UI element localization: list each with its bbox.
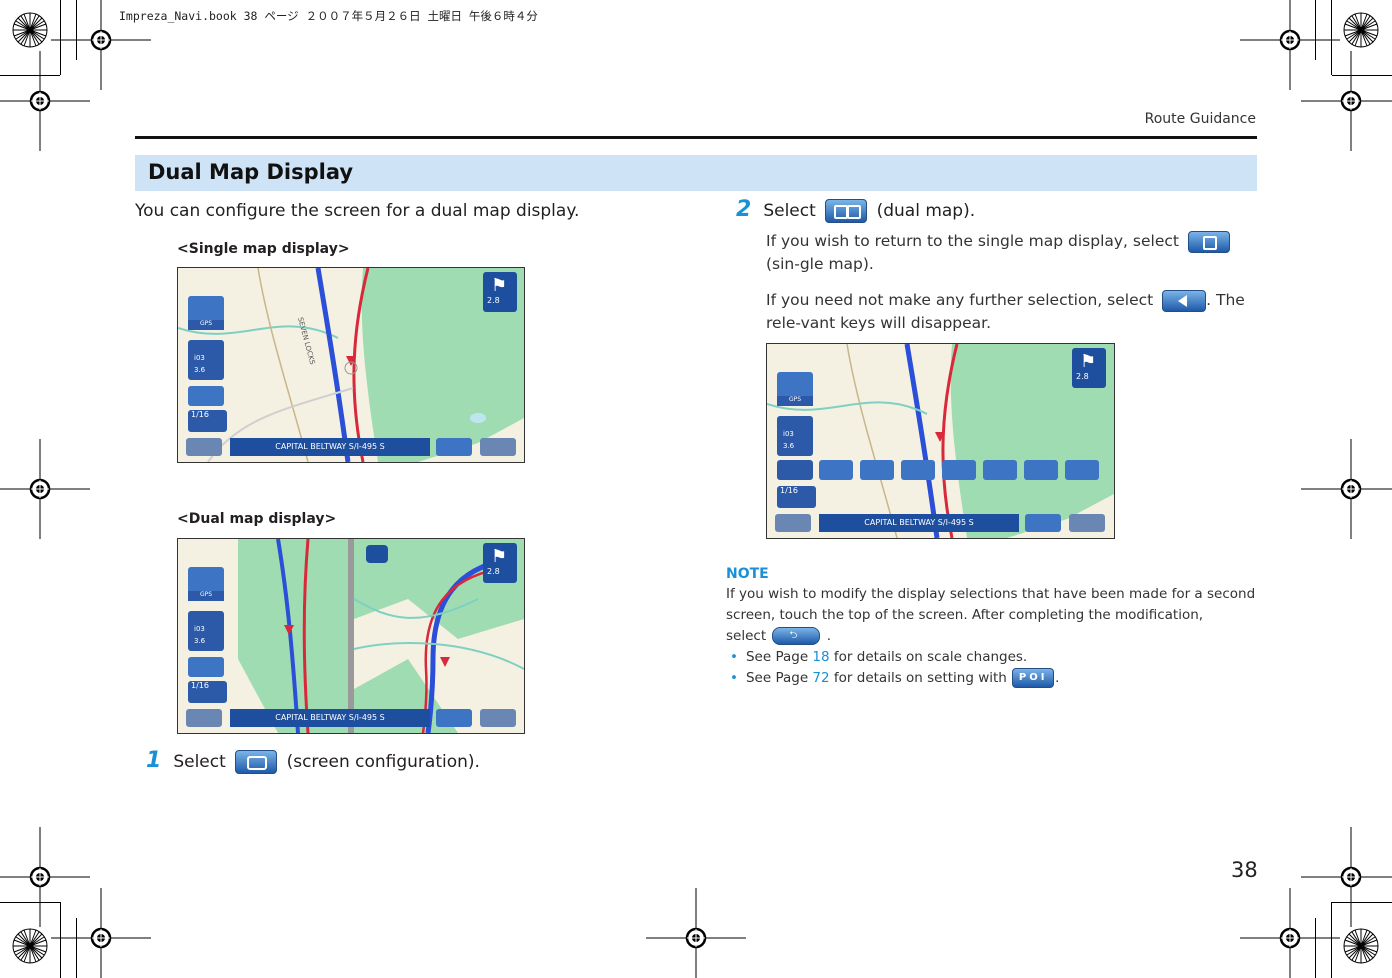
para-2-before: If you need not make any further selecti…	[766, 291, 1154, 309]
bullet-2-pre: See Page	[745, 670, 809, 686]
step-2-para-1: If you wish to return to the single map …	[766, 230, 1256, 276]
step-2: 2 Select (dual map).	[736, 197, 975, 223]
registration-marks	[0, 0, 1392, 978]
note-text: If you wish to modify the display select…	[726, 586, 1256, 623]
single-map-icon[interactable]	[1187, 230, 1230, 253]
route-number: i03	[194, 625, 205, 633]
back-arrow-icon[interactable]	[1162, 289, 1207, 312]
bullet-2-post: for details on setting with	[833, 670, 1007, 686]
zoom-in-button[interactable]	[186, 438, 222, 456]
distance-mid: 3.6	[194, 637, 206, 645]
gps-label: GPS	[188, 591, 224, 601]
note-select-word: select	[726, 628, 767, 644]
step-2-before: Select	[763, 201, 816, 221]
voice-button[interactable]	[1025, 514, 1061, 532]
step-1-after: (screen configuration).	[286, 752, 480, 772]
road-banner: CAPITAL BELTWAY S/I-495 S	[230, 438, 430, 456]
screen-config-button[interactable]	[188, 386, 224, 406]
step-2-number: 2	[736, 197, 752, 222]
config-map-screenshot: ⚑ 2.8 GPS i03 3.6 1/16 CAPITAL BELTWAY S…	[766, 343, 1115, 539]
note-bullet-2: • See Page 72 for details on setting with…	[730, 668, 1260, 689]
dual-map-caption: <Dual map display>	[177, 511, 337, 527]
zoom-out-button[interactable]	[480, 438, 516, 456]
header-rule	[135, 136, 1257, 139]
intro-text: You can configure the screen for a dual …	[135, 201, 580, 221]
route-info-panel: i03 3.6	[188, 611, 224, 651]
route-number: i03	[783, 430, 794, 438]
page-number: 38	[1231, 858, 1258, 882]
dual-map-icon[interactable]	[825, 199, 868, 223]
scale-indicator: 1/16	[188, 410, 227, 432]
step-1-number: 1	[146, 748, 162, 773]
single-map-key[interactable]	[819, 460, 853, 480]
step-2-para-2: If you need not make any further selecti…	[766, 289, 1256, 335]
section-title-bar: Dual Map Display	[135, 155, 1257, 191]
route-info-panel: i03 3.6	[777, 416, 813, 456]
screen-config-button[interactable]	[188, 657, 224, 677]
distance-top: 2.8	[487, 567, 500, 576]
dual-map-screenshot: ⚑ 2.8 GPS i03 3.6 1/16 CAPITAL BELTWAY S…	[177, 538, 525, 734]
single-map-caption: <Single map display>	[177, 241, 350, 257]
zoom-in-button[interactable]	[775, 514, 811, 532]
distance-top: 2.8	[487, 296, 500, 305]
distance-mid: 3.6	[783, 442, 795, 450]
single-map-screenshot: SEVEN LOCKS ⚑ 2.8 GPS i03 3.6 1/16 CAPIT…	[177, 267, 525, 463]
voice-button[interactable]	[436, 709, 472, 727]
guidance-arrow-panel: ⚑ 2.8	[483, 272, 517, 312]
zoom-out-button[interactable]	[480, 709, 516, 727]
note-select-line: select ⮌ .	[726, 626, 1256, 647]
step-1: 1 Select (screen configuration).	[146, 748, 480, 774]
scale-indicator: 1/16	[188, 681, 227, 703]
bullet-1-post: for details on scale changes.	[833, 649, 1028, 665]
running-head: Route Guidance	[1144, 111, 1256, 127]
intersection-view-key[interactable]	[983, 460, 1017, 480]
bullet-2-end: .	[1055, 670, 1060, 686]
turn-arrow-icon: ⚑	[1080, 351, 1097, 372]
route-info-panel: i03 3.6	[188, 340, 224, 380]
guidance-arrow-panel-dual: ⚑ 2.8	[483, 543, 517, 583]
bullet-1-pre: See Page	[745, 649, 809, 665]
bullet-icon: •	[730, 670, 738, 686]
page-72-link[interactable]: 72	[812, 670, 829, 686]
poi-button-icon[interactable]: POI	[1012, 668, 1055, 688]
guidance-arrow-panel-config: ⚑ 2.8	[1072, 348, 1106, 388]
gps-label: GPS	[777, 396, 813, 406]
page-18-link[interactable]: 18	[812, 649, 829, 665]
distance-mid: 3.6	[194, 366, 206, 374]
step-1-before: Select	[173, 752, 226, 772]
highway-view-key[interactable]	[1024, 460, 1058, 480]
gps-label: GPS	[188, 320, 224, 330]
para-1-before: If you wish to return to the single map …	[766, 232, 1179, 250]
note-bullet-1: • See Page 18 for details on scale change…	[730, 647, 1260, 668]
note-select-end: .	[826, 628, 832, 644]
street-label: SEVEN LOCKS	[296, 316, 316, 366]
zoom-in-button[interactable]	[186, 709, 222, 727]
note-title: NOTE	[726, 566, 769, 582]
list-view-key[interactable]	[901, 460, 935, 480]
para-1-after: (sin-gle map).	[766, 255, 874, 273]
second-screen-button[interactable]	[366, 545, 388, 563]
split-view-key[interactable]	[942, 460, 976, 480]
return-icon[interactable]: ⮌	[772, 627, 821, 645]
zoom-out-button[interactable]	[1069, 514, 1105, 532]
distance-top: 2.8	[1076, 372, 1089, 381]
bullet-icon: •	[730, 649, 738, 665]
section-title: Dual Map Display	[148, 160, 354, 184]
road-banner: CAPITAL BELTWAY S/I-495 S	[819, 514, 1019, 532]
road-banner: CAPITAL BELTWAY S/I-495 S	[230, 709, 430, 727]
print-header: Impreza_Navi.book 38 ページ ２００７年５月２６日 土曜日 …	[119, 9, 538, 23]
back-key[interactable]	[777, 460, 813, 480]
dual-map-key[interactable]	[860, 460, 894, 480]
route-number: i03	[194, 354, 205, 362]
voice-button[interactable]	[436, 438, 472, 456]
3d-view-key[interactable]	[1065, 460, 1099, 480]
turn-arrow-icon: ⚑	[491, 275, 508, 296]
step-2-after: (dual map).	[876, 201, 976, 221]
scale-indicator: 1/16	[777, 486, 816, 508]
turn-arrow-icon: ⚑	[491, 546, 508, 567]
screen-config-icon[interactable]	[235, 750, 278, 774]
